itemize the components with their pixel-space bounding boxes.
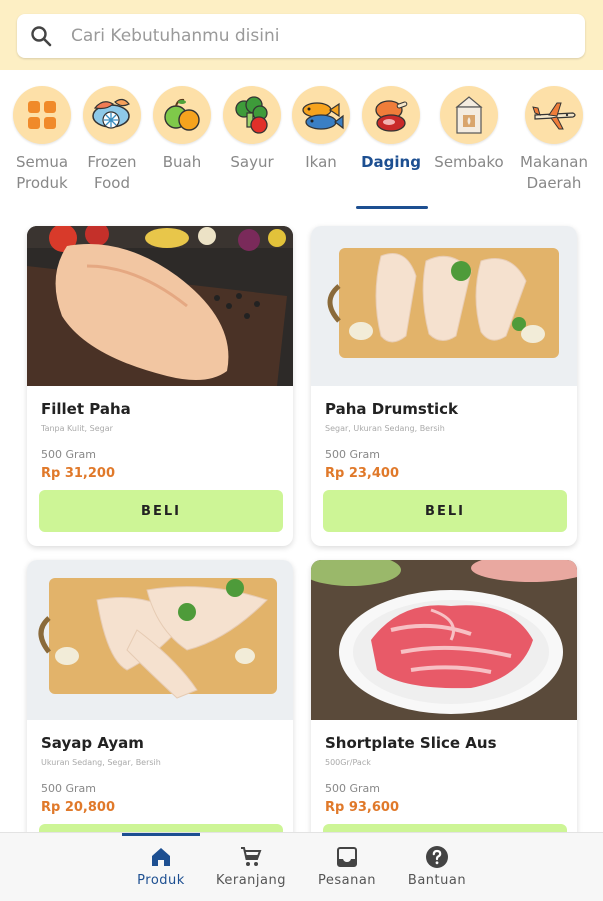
product-card[interactable]: Paha Drumstick Segar, Ukuran Sedang, Ber… (311, 226, 577, 546)
buy-button[interactable]: BELI (323, 490, 567, 532)
product-image (27, 560, 293, 720)
category-icon-wrap (83, 86, 141, 144)
active-nav-indicator (122, 833, 200, 836)
product-price: Rp 23,400 (325, 466, 400, 481)
product-name: Paha Drumstick (325, 400, 459, 418)
product-desc: Segar, Ukuran Sedang, Bersih (325, 424, 445, 433)
fish-icon (302, 102, 344, 130)
product-weight: 500 Gram (41, 782, 96, 795)
meat-icon (375, 100, 408, 132)
product-price: Rp 20,800 (41, 800, 116, 815)
category-label: Ikan (305, 153, 337, 171)
product-name: Sayap Ayam (41, 734, 144, 752)
product-image (27, 226, 293, 386)
regional-food-icon (532, 102, 576, 130)
help-icon (426, 846, 448, 868)
app-header (0, 0, 603, 70)
nav-produk[interactable]: Produk (116, 845, 206, 888)
category-sembako[interactable]: Sembako (429, 82, 509, 173)
category-makanan-daerah[interactable]: Makanan Daerah (514, 82, 594, 194)
category-daging[interactable]: Daging (351, 82, 431, 173)
category-sayur[interactable]: Sayur (212, 82, 292, 173)
category-icon-wrap (362, 86, 420, 144)
category-icon-wrap (13, 86, 71, 144)
category-semua-produk[interactable]: Semua Produk (2, 82, 82, 194)
home-icon (152, 848, 170, 866)
category-icon-wrap (223, 86, 281, 144)
category-icon-wrap (153, 86, 211, 144)
nav-pesanan[interactable]: Pesanan (302, 845, 392, 888)
search-bar[interactable] (17, 14, 585, 58)
category-label: Daging (361, 153, 421, 171)
nav-bantuan[interactable]: Bantuan (392, 845, 482, 888)
product-desc: Tanpa Kulit, Segar (41, 424, 113, 433)
staples-icon (455, 96, 483, 134)
product-weight: 500 Gram (325, 448, 380, 461)
nav-label: Keranjang (216, 873, 286, 888)
nav-label: Pesanan (317, 873, 377, 888)
category-icon-wrap (525, 86, 583, 144)
product-price: Rp 93,600 (325, 800, 400, 815)
search-icon (31, 26, 52, 47)
nav-label: Bantuan (407, 873, 467, 888)
category-label: Semua Produk (15, 153, 69, 192)
category-ikan[interactable]: Ikan (281, 82, 361, 173)
category-label: Sembako (434, 153, 504, 171)
category-buah[interactable]: Buah (142, 82, 222, 173)
category-bar: Semua Produk Frozen Food Buah Sayur Ikan… (0, 82, 603, 212)
inbox-icon (337, 847, 357, 867)
product-name: Shortplate Slice Aus (325, 734, 497, 752)
search-input[interactable] (69, 25, 553, 47)
category-frozen-food[interactable]: Frozen Food (72, 82, 152, 194)
category-label: Sayur (230, 153, 274, 171)
frozen-food-icon (92, 98, 130, 129)
product-card[interactable]: Fillet Paha Tanpa Kulit, Segar 500 Gram … (27, 226, 293, 546)
product-price: Rp 31,200 (41, 466, 116, 481)
fruit-icon (164, 98, 200, 131)
category-icon-wrap (292, 86, 350, 144)
cart-icon (241, 847, 262, 866)
category-label: Frozen Food (87, 153, 137, 192)
grid-icon (28, 101, 56, 129)
category-label: Buah (162, 153, 202, 171)
product-image (311, 560, 577, 720)
nav-keranjang[interactable]: Keranjang (206, 845, 296, 888)
category-icon-wrap (440, 86, 498, 144)
bottom-navigation: Produk Keranjang Pesanan Bantuan (0, 832, 603, 901)
product-weight: 500 Gram (41, 448, 96, 461)
nav-label: Produk (137, 873, 185, 888)
active-category-indicator (356, 206, 428, 209)
product-desc: Ukuran Sedang, Segar, Bersih (41, 758, 161, 767)
vegetable-icon (235, 96, 268, 134)
product-desc: 500Gr/Pack (325, 758, 371, 767)
buy-button[interactable]: BELI (39, 490, 283, 532)
product-weight: 500 Gram (325, 782, 380, 795)
product-name: Fillet Paha (41, 400, 131, 418)
category-label: Makanan Daerah (520, 153, 588, 192)
product-image (311, 226, 577, 386)
